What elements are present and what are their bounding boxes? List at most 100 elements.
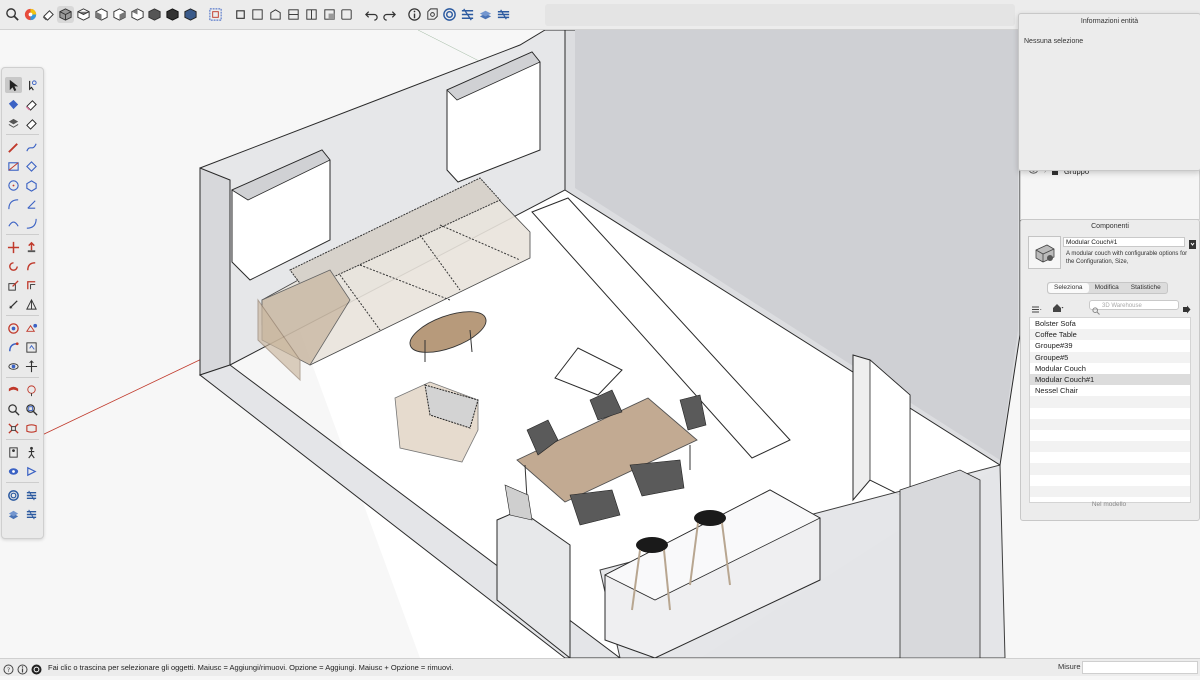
move-icon[interactable] — [5, 239, 22, 255]
entity-panel-title: Informazioni entità — [1080, 18, 1139, 25]
trim-icon[interactable] — [303, 6, 320, 23]
account-icon[interactable] — [31, 662, 42, 675]
home-icon[interactable] — [1052, 300, 1064, 318]
tag-tool-icon[interactable] — [5, 115, 22, 131]
scale-icon[interactable] — [207, 6, 224, 23]
info-icon[interactable] — [17, 662, 28, 675]
empty-row — [1030, 452, 1190, 463]
components-icon[interactable] — [424, 6, 441, 23]
components-panel: Componenti Modular Couch#1 A modular cou… — [1020, 219, 1200, 521]
tab-modifica[interactable]: Modifica — [1089, 283, 1125, 293]
front-view-icon[interactable] — [93, 6, 110, 23]
extension-warehouse-icon[interactable] — [23, 487, 40, 503]
list-item[interactable]: Coffee Table — [1030, 329, 1190, 341]
tape-measure-icon[interactable] — [5, 296, 22, 312]
list-item-selected[interactable]: Modular Couch#1 — [1030, 373, 1190, 386]
section-display-icon[interactable] — [23, 463, 40, 479]
back-view-icon[interactable] — [129, 6, 146, 23]
pie-icon[interactable] — [23, 196, 40, 212]
layers-icon[interactable] — [495, 6, 512, 23]
paint-bucket-icon[interactable] — [5, 96, 22, 112]
protractor-icon[interactable] — [23, 296, 40, 312]
look-around-icon[interactable] — [5, 444, 22, 460]
tab-seleziona[interactable]: Seleziona — [1048, 283, 1089, 293]
list-item[interactable]: Groupe#5 — [1030, 351, 1190, 363]
zoom-extents-icon[interactable] — [5, 401, 22, 417]
measurements-input[interactable] — [1082, 661, 1198, 674]
split-icon[interactable] — [321, 6, 338, 23]
pan-icon[interactable] — [23, 358, 40, 374]
union-icon[interactable] — [267, 6, 284, 23]
push-pull-icon[interactable] — [23, 239, 40, 255]
three-point-arc-icon[interactable] — [23, 215, 40, 231]
outer-shell-icon[interactable] — [232, 6, 249, 23]
section-icon[interactable] — [5, 463, 22, 479]
previous-view-icon[interactable] — [23, 401, 40, 417]
two-point-arc-icon[interactable] — [5, 215, 22, 231]
right-view-icon[interactable] — [111, 6, 128, 23]
warehouse-icon[interactable] — [5, 487, 22, 503]
entity-info-panel: Informazioni entità Nessuna selezione — [1018, 13, 1200, 171]
scale-tool-icon[interactable] — [5, 277, 22, 293]
info-icon[interactable] — [406, 6, 423, 23]
axes-icon[interactable] — [5, 339, 22, 355]
zoom-window-icon[interactable] — [23, 382, 40, 398]
extension-icon[interactable] — [459, 6, 476, 23]
eraser-icon[interactable] — [40, 6, 57, 23]
top-view-icon[interactable] — [75, 6, 92, 23]
list-item[interactable]: Groupe#39 — [1030, 340, 1190, 351]
list-item[interactable]: Modular Couch — [1030, 363, 1190, 374]
rotate-icon[interactable] — [5, 258, 22, 274]
offset-icon[interactable] — [23, 277, 40, 293]
walk-through-icon[interactable] — [23, 444, 40, 460]
color-wheel-icon[interactable] — [22, 6, 39, 23]
iso-view-icon[interactable] — [57, 6, 75, 23]
list-item[interactable]: Nessel Chair — [1030, 385, 1190, 396]
left-view-icon[interactable] — [146, 6, 163, 23]
text-icon[interactable] — [23, 320, 40, 336]
freehand-icon[interactable] — [23, 139, 40, 155]
details-arrow-icon[interactable] — [1188, 237, 1197, 249]
subtract-icon[interactable] — [285, 6, 302, 23]
follow-me-icon[interactable] — [23, 258, 40, 274]
intersect-icon[interactable] — [249, 6, 266, 23]
eraser-tool-icon[interactable] — [23, 96, 40, 112]
empty-row — [1030, 441, 1190, 453]
arc-icon[interactable] — [5, 196, 22, 212]
list-item[interactable]: Bolster Sofa — [1030, 318, 1190, 329]
solid-icon[interactable] — [338, 6, 355, 23]
dimension-icon[interactable] — [5, 320, 22, 336]
component-toolbar: 3D Warehouse — [1029, 300, 1193, 315]
status-message: Fai clic o trascina per selezionare gli … — [48, 663, 454, 672]
circle-icon[interactable] — [5, 177, 22, 193]
undo-icon[interactable] — [363, 6, 380, 23]
zoom-icon[interactable] — [5, 382, 22, 398]
walk-icon[interactable] — [23, 420, 40, 436]
tab-statistiche[interactable]: Statistiche — [1125, 283, 1167, 293]
rotated-rectangle-icon[interactable] — [23, 158, 40, 174]
status-bar: ? Fai clic o trascina per selezionare gl… — [0, 658, 1200, 676]
sandbox-smoove-icon[interactable] — [23, 506, 40, 522]
section-plane-icon[interactable] — [182, 6, 199, 23]
search-icon[interactable] — [4, 6, 21, 23]
select-tool-icon[interactable] — [5, 77, 22, 93]
pencil-icon[interactable] — [5, 139, 22, 155]
3d-text-icon[interactable] — [23, 339, 40, 355]
bottom-view-icon[interactable] — [164, 6, 181, 23]
redo-icon[interactable] — [381, 6, 398, 23]
polygon-icon[interactable] — [23, 177, 40, 193]
orbit-icon[interactable] — [5, 358, 22, 374]
position-camera-icon[interactable] — [5, 420, 22, 436]
component-name-field[interactable]: Modular Couch#1 — [1063, 237, 1185, 247]
eraser-2-icon[interactable] — [23, 115, 40, 131]
warehouse-icon[interactable] — [441, 6, 458, 23]
components-panel-title: Componenti — [1091, 223, 1129, 230]
component-description: A modular couch with configurable option… — [1066, 251, 1188, 265]
help-icon[interactable]: ? — [3, 662, 14, 675]
lasso-tool-icon[interactable] — [23, 77, 40, 93]
warehouse-search-input[interactable]: 3D Warehouse — [1089, 300, 1179, 310]
rectangle-icon[interactable] — [5, 158, 22, 174]
sandbox-from-contours-icon[interactable] — [5, 506, 22, 522]
sandbox-icon[interactable] — [477, 6, 494, 23]
empty-row — [1030, 485, 1190, 497]
